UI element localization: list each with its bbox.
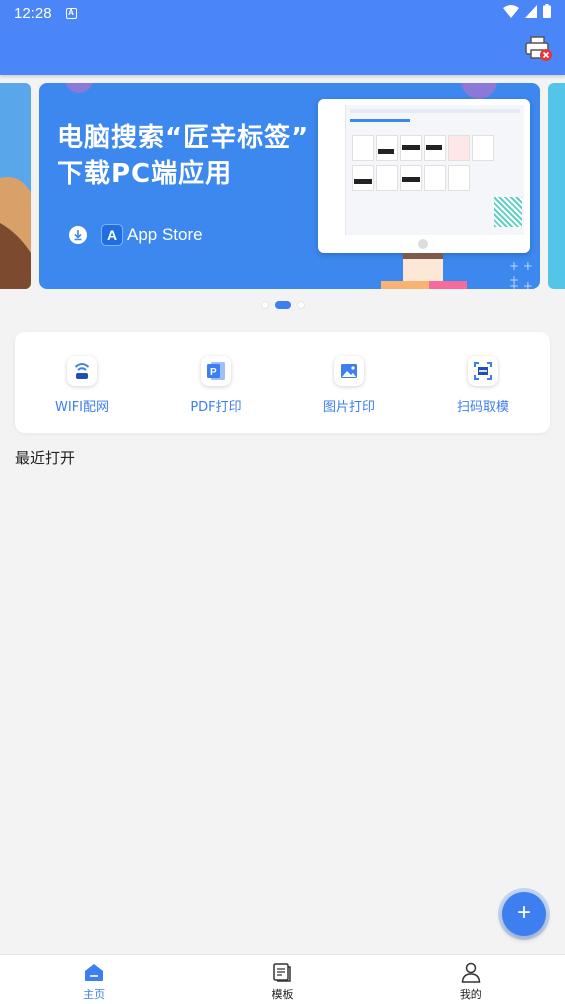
- banner-decoration: [461, 83, 497, 99]
- carousel-indicator: [0, 301, 565, 309]
- nav-profile-label: 我的: [459, 988, 482, 1001]
- bottom-navigation: 主页 模板 我的: [0, 954, 565, 1004]
- nav-item-template[interactable]: 模板: [188, 955, 376, 1004]
- svg-text:P: P: [210, 367, 217, 378]
- banner-prev-slide[interactable]: [0, 83, 31, 289]
- nav-item-home[interactable]: 主页: [0, 955, 188, 1004]
- status-time: 12:28: [14, 4, 52, 22]
- app-store-label: App Store: [127, 225, 203, 244]
- printer-disconnected-icon: [525, 36, 552, 61]
- quick-actions-card: WIFI配网 P PDF打印 图片打印 扫码取模: [15, 332, 550, 433]
- wifi-signal-icon: [503, 4, 519, 18]
- scan-icon: [468, 356, 498, 386]
- template-icon: [271, 961, 293, 983]
- app-header: 12:28 A: [0, 0, 565, 75]
- add-fab-button[interactable]: +: [502, 892, 546, 936]
- recent-section-title: 最近打开: [15, 449, 76, 467]
- nav-home-label: 主页: [83, 988, 106, 1001]
- home-icon: [83, 961, 105, 983]
- status-bar: 12:28 A: [14, 3, 77, 23]
- notification-icon: A: [65, 7, 77, 19]
- banner-title-line2: 下载PC端应用: [57, 159, 233, 189]
- monitor-screen: [324, 105, 524, 235]
- cell-signal-icon: [525, 4, 537, 18]
- app-store-icon: A: [101, 224, 123, 246]
- banner-next-slide[interactable]: [548, 83, 565, 289]
- app-store-badge[interactable]: A App Store: [69, 224, 203, 246]
- banner-slide[interactable]: 电脑搜索“匠辛标签” 下载PC端应用 A App Store + + + + +: [39, 83, 540, 289]
- scan-template-label: 扫码取模: [456, 400, 509, 415]
- profile-icon: [460, 961, 482, 983]
- battery-icon: [543, 4, 551, 18]
- banner-decoration: [65, 83, 93, 93]
- carousel-dot[interactable]: [260, 301, 269, 309]
- image-print-label: 图片打印: [322, 400, 375, 415]
- wifi-config-button[interactable]: WIFI配网: [15, 356, 149, 415]
- image-print-button[interactable]: 图片打印: [282, 356, 416, 415]
- carousel-dot-active[interactable]: [274, 301, 291, 309]
- nav-template-label: 模板: [271, 988, 294, 1001]
- download-icon: [69, 226, 87, 244]
- pdf-icon: P: [201, 356, 231, 386]
- pdf-print-label: PDF打印: [190, 400, 242, 415]
- prev-slide-illustration: [0, 177, 31, 289]
- status-indicators: [503, 4, 551, 18]
- pc-monitor-illustration: [318, 99, 530, 253]
- banner-title-line1: 电脑搜索“匠辛标签”: [57, 123, 310, 153]
- printer-status-button[interactable]: [525, 36, 553, 62]
- nav-item-profile[interactable]: 我的: [377, 955, 565, 1004]
- image-icon: [334, 356, 364, 386]
- pdf-print-button[interactable]: P PDF打印: [149, 356, 283, 415]
- scan-template-button[interactable]: 扫码取模: [416, 356, 550, 415]
- carousel-dot[interactable]: [296, 301, 305, 309]
- wifi-icon: [67, 356, 97, 386]
- wifi-config-label: WIFI配网: [55, 400, 109, 415]
